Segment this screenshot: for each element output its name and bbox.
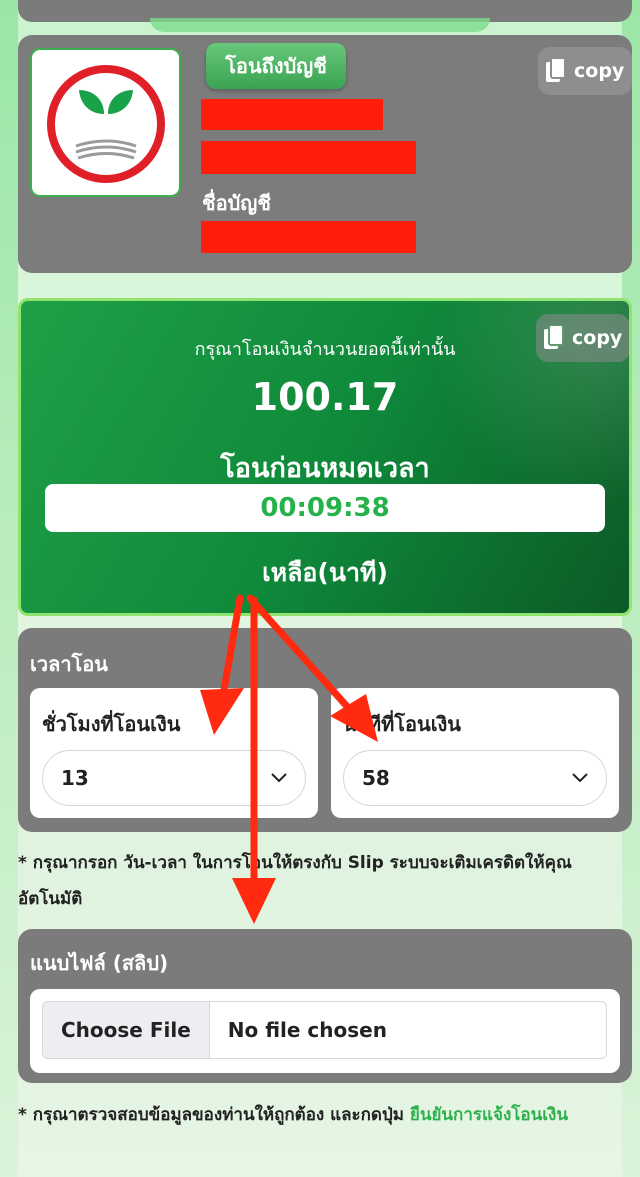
- redacted-account-name: [201, 221, 416, 253]
- hour-label: ชั่วโมงที่โอนเงิน: [42, 712, 181, 736]
- redacted-bank-name: [201, 99, 383, 130]
- copy-label: copy: [574, 60, 625, 82]
- transfer-time-title: เวลาโอน: [30, 652, 108, 676]
- account-name-label: ชื่อบัญชี: [202, 191, 271, 215]
- confirm-note-text: * กรุณาตรวจสอบข้อมูลของท่านให้ถูกต้อง แล…: [18, 1105, 410, 1125]
- confirm-transfer-link[interactable]: ยืนยันการแจ้งโอนเงิน: [410, 1105, 568, 1125]
- transfer-amount-card: กรุณาโอนเงินจำนวนยอดนี้เท่านั้น copy 100…: [18, 298, 632, 616]
- hour-select[interactable]: 13: [42, 750, 306, 806]
- confirm-note: * กรุณาตรวจสอบข้อมูลของท่านให้ถูกต้อง แล…: [18, 1097, 630, 1133]
- remaining-minutes-label: เหลือ(นาที): [262, 558, 388, 587]
- file-status: No file chosen: [227, 1018, 387, 1042]
- attach-slip-card: แนบไฟล์ (สลิป) Choose File No file chose…: [18, 929, 632, 1083]
- transfer-time-card: เวลาโอน ชั่วโมงที่โอนเงิน 13 นาทีที่โอนเ…: [18, 628, 632, 832]
- left-border: [0, 0, 18, 1177]
- chevron-down-icon: [572, 773, 588, 783]
- transfer-to-account-tag: โอนถึงบัญชี: [206, 43, 346, 89]
- transfer-before-timeout-label: โอนก่อนหมดเวลา: [220, 453, 430, 484]
- minute-select[interactable]: 58: [343, 750, 607, 806]
- kasikorn-bank-logo-icon: [47, 65, 165, 183]
- file-input-panel: Choose File No file chosen: [30, 989, 620, 1073]
- bank-account-card: โอนถึงบัญชี copy ชื่อบัญชี: [18, 35, 633, 273]
- hour-value: 13: [61, 766, 89, 790]
- copy-icon: [544, 325, 564, 349]
- attach-slip-title: แนบไฟล์ (สลิป): [30, 951, 169, 975]
- copy-icon: [546, 58, 566, 82]
- chevron-down-icon: [271, 773, 287, 783]
- minute-panel: นาทีที่โอนเงิน 58: [331, 688, 619, 818]
- choose-file-button[interactable]: Choose File: [43, 1002, 210, 1058]
- decorative-glow: [150, 18, 490, 32]
- minute-label: นาทีที่โอนเงิน: [343, 712, 461, 736]
- hour-panel: ชั่วโมงที่โอนเงิน 13: [30, 688, 318, 818]
- slip-time-note: * กรุณากรอก วัน-เวลา ในการโอนให้ตรงกับ S…: [18, 853, 572, 909]
- redacted-account-number: [201, 141, 416, 174]
- copy-account-button[interactable]: copy: [538, 47, 633, 95]
- amount-value: 100.17: [251, 375, 399, 419]
- slip-file-input[interactable]: Choose File No file chosen: [42, 1001, 607, 1059]
- bank-logo: [30, 48, 181, 197]
- copy-label: copy: [572, 327, 623, 349]
- copy-amount-button[interactable]: copy: [536, 314, 629, 362]
- minute-value: 58: [362, 766, 390, 790]
- countdown-timer: 00:09:38: [45, 484, 605, 532]
